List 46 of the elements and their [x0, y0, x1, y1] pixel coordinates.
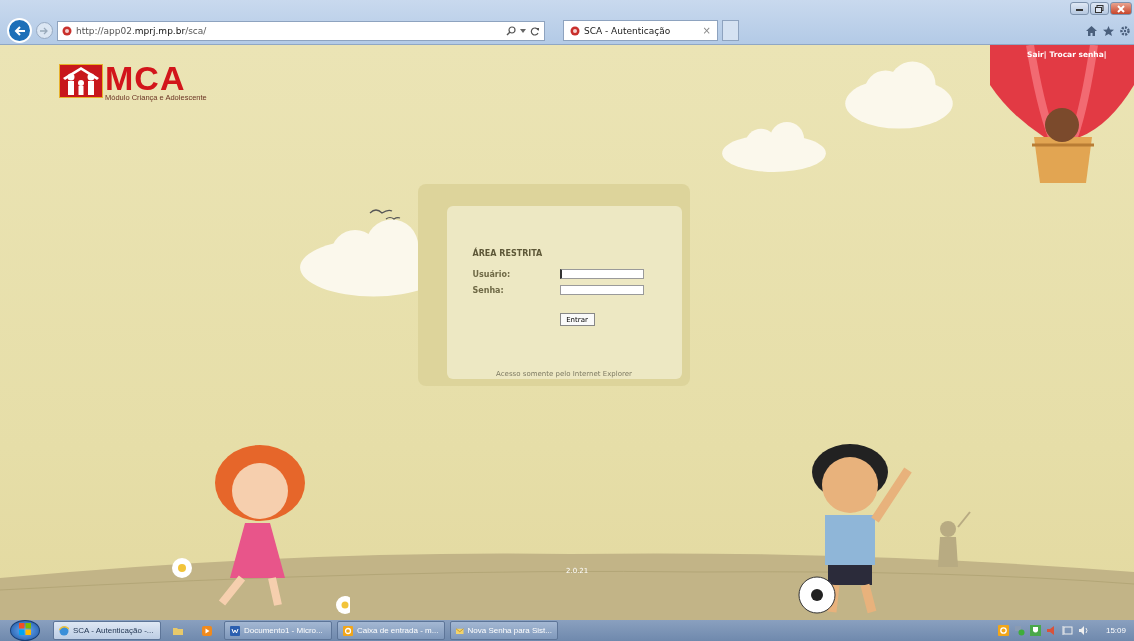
folder-icon — [173, 625, 183, 636]
shield-icon[interactable] — [1029, 625, 1041, 636]
home-icon[interactable] — [1086, 25, 1097, 36]
settings-icon[interactable] — [1120, 25, 1130, 36]
tab-title: SCA - Autenticação — [584, 25, 672, 36]
taskbar-button[interactable]: SCA - Autenticação -... — [53, 621, 161, 640]
display-icon[interactable] — [1061, 625, 1073, 636]
input-field[interactable] — [559, 269, 644, 279]
minimize-button[interactable] — [1070, 2, 1089, 15]
browser-tab[interactable]: SCA - Autenticação × — [563, 20, 718, 41]
taskbar-button[interactable]: Documento1 - Micro... — [224, 621, 332, 640]
arrow-right-icon — [40, 26, 49, 35]
windows-logo-icon — [19, 623, 31, 635]
search-icon[interactable] — [506, 25, 516, 36]
arrow-left-icon — [13, 25, 26, 36]
minimize-icon — [1075, 6, 1084, 11]
field-label: Usuário: — [472, 269, 512, 279]
star-icon[interactable] — [1103, 25, 1114, 36]
address-bar[interactable]: http://app02.mprj.mp.br/sca/ — [57, 20, 545, 41]
family-logo-icon — [59, 64, 103, 98]
field-label: Senha: — [472, 285, 505, 295]
start-button[interactable] — [10, 620, 40, 641]
play-icon — [202, 625, 212, 636]
volume-icon[interactable] — [1077, 625, 1089, 636]
login-heading: ÁREA RESTRITA — [472, 249, 544, 258]
url-text: http://app02.mprj.mp.br/sca/ — [76, 25, 207, 36]
tab-close-button[interactable]: × — [702, 25, 711, 36]
close-button[interactable] — [1110, 2, 1132, 15]
refresh-icon[interactable] — [530, 25, 540, 36]
taskbar-button[interactable]: Caixa de entrada - m... — [337, 621, 445, 640]
clock-text: 15:09 — [1105, 626, 1126, 635]
input-field[interactable] — [559, 285, 644, 295]
dropdown-icon[interactable] — [520, 28, 526, 33]
restore-button[interactable] — [1090, 2, 1109, 15]
mail-app-icon[interactable] — [997, 625, 1009, 636]
site-icon — [62, 25, 72, 36]
envelope-icon — [456, 625, 464, 636]
back-button[interactable] — [7, 18, 32, 43]
close-icon — [1117, 4, 1125, 13]
restore-icon — [1095, 4, 1104, 13]
browser-icon — [59, 625, 69, 636]
mail-app-icon — [343, 625, 353, 636]
document-icon — [230, 625, 240, 636]
logo-title: MCA — [105, 64, 186, 92]
taskbar-button[interactable]: Nova Senha para Sist... — [450, 621, 558, 640]
site-icon — [570, 25, 580, 36]
